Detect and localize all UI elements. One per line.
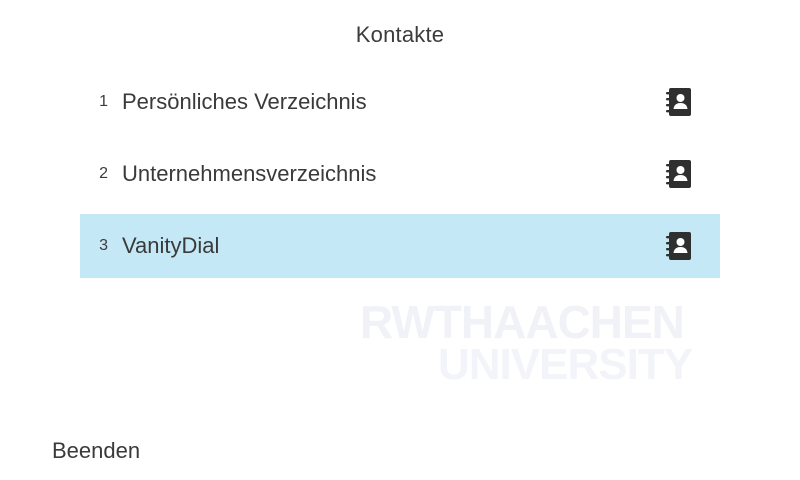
phone-screen: Kontakte 1 Persönliches Verzeichnis 2 Un… [0, 0, 800, 480]
list-item-company-directory[interactable]: 2 Unternehmensverzeichnis [80, 142, 720, 206]
item-label: VanityDial [122, 233, 220, 258]
address-book-icon [666, 231, 692, 261]
list-item-vanitydial[interactable]: 3 VanityDial [80, 214, 720, 278]
address-book-icon [666, 159, 692, 189]
item-number: 3 [99, 237, 108, 254]
item-number: 2 [99, 165, 108, 182]
watermark-line2: UNIVERSITY [438, 340, 693, 389]
address-book-icon [666, 87, 692, 117]
contacts-list: 1 Persönliches Verzeichnis 2 Unternehmen… [80, 70, 720, 286]
list-item-personal-directory[interactable]: 1 Persönliches Verzeichnis [80, 70, 720, 134]
university-logo-watermark: RWTHAACHEN UNIVERSITY [360, 296, 693, 390]
watermark-line1: RWTHAACHEN [360, 296, 685, 348]
item-label: Persönliches Verzeichnis [122, 89, 367, 114]
item-number: 1 [99, 93, 108, 110]
exit-softkey-button[interactable]: Beenden [40, 438, 152, 464]
softkey-bar: Beenden [0, 422, 800, 480]
item-label: Unternehmensverzeichnis [122, 161, 377, 186]
page-title: Kontakte [355, 22, 445, 47]
